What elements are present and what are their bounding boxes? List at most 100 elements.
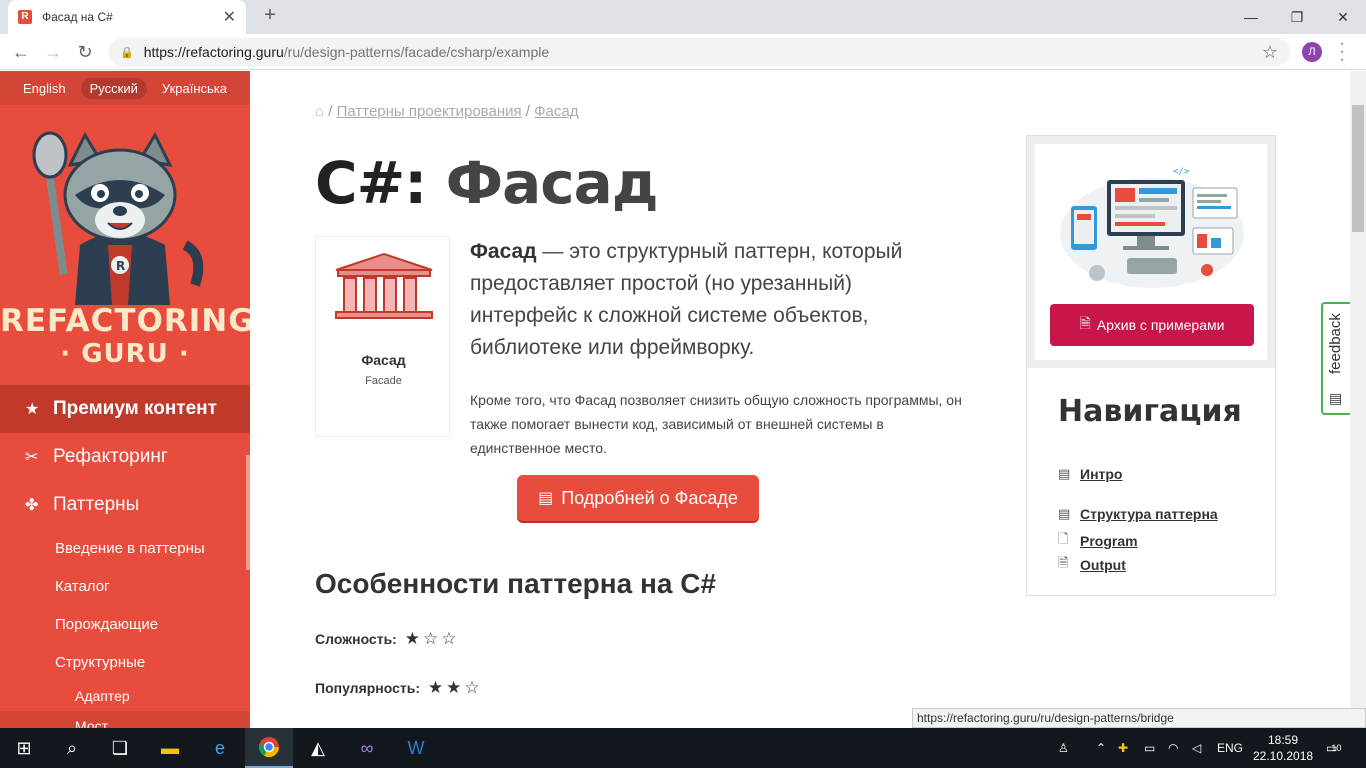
clock-time: 18:59 — [1267, 733, 1299, 747]
nav-link-program[interactable]: 🗋 Program — [1058, 530, 1138, 552]
more-about-facade-button[interactable]: ▤ Подробней о Фасаде — [517, 475, 759, 521]
site-favicon: R — [18, 10, 32, 24]
nav-link-intro[interactable]: ▤ Интро — [1058, 466, 1122, 482]
address-bar: ← → ↻ 🔒 https://refactoring.guru/ru/desi… — [0, 34, 1366, 70]
archive-promo: </> 🗎 Архив с примерами — [1027, 136, 1275, 368]
raccoon-mascot-icon: R — [32, 131, 204, 305]
complexity-rating: Сложность: ★☆☆ — [315, 629, 459, 649]
card-pattern-name: Фасад — [361, 352, 406, 368]
lead-bold: Фасад — [470, 240, 537, 263]
lang-english[interactable]: English — [14, 78, 75, 99]
text-file-icon: 🗎 — [1058, 555, 1069, 570]
title-language: C#: — [315, 149, 427, 217]
notification-count: 10 — [1331, 743, 1342, 753]
language-switcher: English Русский Українська — [0, 71, 250, 105]
url-host: https://refactoring.guru — [143, 44, 284, 60]
home-icon[interactable]: ⌂ — [315, 103, 324, 120]
url-input[interactable]: 🔒 https://refactoring.guru/ru/design-pat… — [108, 38, 1290, 66]
search-icon[interactable]: ⌕ — [48, 728, 96, 768]
submenu-bridge[interactable]: Мост — [0, 711, 250, 728]
popularity-rating: Популярность: ★★☆ — [315, 678, 483, 698]
reload-button[interactable]: ↻ — [72, 40, 98, 64]
code-file-icon: 🗋 — [1058, 531, 1069, 546]
pattern-card: Фасад Facade — [315, 236, 450, 437]
volume-icon[interactable]: ◁ — [1192, 728, 1201, 768]
windows-start-icon[interactable]: ⊞ — [0, 728, 48, 768]
browser-tab-bar: R Фасад на C# ✕ + — ❐ ✕ — [0, 0, 1366, 34]
menu-premium[interactable]: ★ Премиум контент — [0, 385, 250, 433]
system-clock[interactable]: 18:59 22.10.2018 — [1253, 732, 1313, 764]
chrome-browser-icon[interactable] — [245, 728, 293, 768]
lang-russian[interactable]: Русский — [80, 77, 147, 99]
popularity-label: Популярность: — [315, 680, 421, 696]
card-pattern-english: Facade — [365, 375, 402, 387]
maximize-button[interactable]: ❐ — [1274, 0, 1320, 34]
unity-icon[interactable]: ◭ — [294, 728, 342, 768]
breadcrumb-facade[interactable]: Фасад — [534, 103, 578, 120]
profile-avatar[interactable]: Л — [1302, 42, 1322, 62]
bookmark-star-icon[interactable]: ☆ — [1262, 42, 1278, 63]
popularity-stars: ★★☆ — [427, 678, 483, 697]
logo-text-guru: · GURU · — [60, 339, 190, 369]
site-logo[interactable]: R REFACTORING · GURU · — [0, 105, 250, 385]
menu-patterns[interactable]: ✤ Паттерны — [0, 481, 250, 529]
intro-paragraph: Кроме того, что Фасад позволяет снизить … — [470, 392, 962, 456]
wifi-icon[interactable]: ◠ — [1168, 728, 1178, 768]
visual-studio-icon[interactable]: ∞ — [343, 728, 391, 768]
forward-button[interactable]: → — [40, 40, 66, 64]
edge-browser-icon[interactable]: e — [196, 728, 244, 768]
page-scrollbar-thumb[interactable] — [1352, 105, 1364, 232]
features-heading: Особенности паттерна на C# — [315, 568, 717, 599]
submenu-catalog[interactable]: Каталог — [0, 567, 250, 605]
feedback-tab[interactable]: feedback ▤ — [1321, 302, 1350, 415]
input-language[interactable]: ENG — [1217, 728, 1243, 768]
title-pattern-name: Фасад — [445, 149, 659, 217]
back-button[interactable]: ← — [8, 40, 34, 64]
feedback-label: feedback — [1327, 313, 1344, 374]
lang-ukrainian[interactable]: Українська — [153, 78, 236, 99]
breadcrumb-patterns[interactable]: Паттерны проектирования — [337, 103, 522, 120]
lead-paragraph: Фасад — это структурный паттерн, который… — [470, 236, 940, 364]
notifications-icon[interactable]: ▭ 10 — [1326, 728, 1341, 768]
browser-menu-icon[interactable]: · · · — [1336, 36, 1348, 68]
word-icon[interactable]: W — [392, 728, 440, 768]
feedback-icon: ▤ — [1329, 390, 1343, 406]
right-panel: </> 🗎 Архив с примерами Навигация ▤ Интро… — [1026, 135, 1276, 596]
tray-app-icon[interactable]: ✚ — [1118, 728, 1128, 768]
puzzle-icon: ✤ — [25, 497, 39, 514]
file-archive-icon: 🗎 — [1079, 315, 1091, 331]
clock-date: 22.10.2018 — [1253, 749, 1314, 763]
sidebar: English Русский Українська R REFACTORING… — [0, 71, 250, 728]
file-explorer-icon[interactable]: ▬ — [146, 728, 194, 768]
people-icon[interactable]: ♙ — [1058, 728, 1069, 768]
tab-close-icon[interactable]: ✕ — [223, 7, 236, 27]
menu-patterns-label: Паттерны — [53, 494, 140, 515]
submenu-adapter[interactable]: Адаптер — [0, 681, 250, 711]
url-path: /ru/design-patterns/facade/csharp/exampl… — [283, 44, 550, 60]
submenu-structural[interactable]: Структурные — [0, 643, 250, 681]
windows-taskbar: ⊞ ⌕ ❏ ▬ e ◭ ∞ W ♙ ⌃ ✚ ▭ ◠ ◁ ENG 18:59 22… — [0, 728, 1366, 768]
menu-refactoring[interactable]: ✂ Рефакторинг — [0, 433, 250, 481]
tray-expand-icon[interactable]: ⌃ — [1096, 728, 1106, 768]
page-title: C#: Фасад — [315, 149, 659, 217]
submenu-intro[interactable]: Введение в паттерны — [0, 529, 250, 567]
nav-link-structure[interactable]: ▤ Структура паттерна — [1058, 506, 1218, 522]
close-window-button[interactable]: ✕ — [1320, 0, 1366, 34]
submenu-creational[interactable]: Порождающие — [0, 605, 250, 643]
complexity-label: Сложность: — [315, 631, 397, 647]
browser-tab[interactable]: R Фасад на C# ✕ — [8, 0, 246, 34]
new-tab-button[interactable]: + — [258, 4, 282, 27]
minimize-button[interactable]: — — [1228, 0, 1274, 34]
nav-link-output[interactable]: 🗎 Output — [1058, 554, 1126, 576]
battery-icon[interactable]: ▭ — [1144, 728, 1155, 768]
archive-download-button[interactable]: 🗎 Архив с примерами — [1050, 304, 1254, 346]
complexity-stars: ★☆☆ — [404, 629, 460, 648]
code-examples-illustration-icon: </> — [1060, 167, 1244, 288]
task-view-icon[interactable]: ❏ — [96, 728, 144, 768]
newspaper-icon: ▤ — [1058, 466, 1071, 481]
navigation-heading: Навигация — [1058, 394, 1242, 429]
facade-building-icon — [335, 252, 433, 319]
menu-refactoring-label: Рефакторинг — [53, 446, 168, 467]
svg-text:</>: </> — [1173, 167, 1190, 177]
more-button-label: Подробней о Фасаде — [561, 487, 738, 508]
